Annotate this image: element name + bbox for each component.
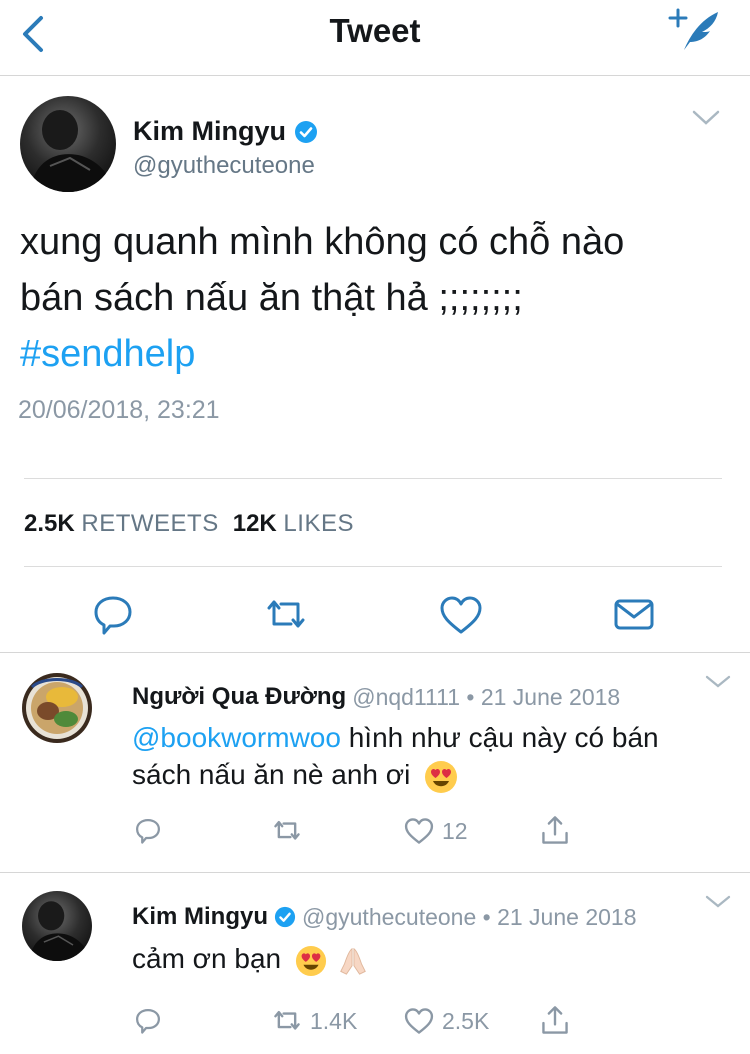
hashtag-link[interactable]: #sendhelp xyxy=(20,326,720,382)
message-icon xyxy=(614,599,654,630)
retweet-icon xyxy=(274,1010,300,1030)
like-button[interactable]: 12 xyxy=(402,813,468,849)
like-count: 2.5K xyxy=(442,1007,490,1034)
avatar-photo xyxy=(20,96,116,192)
like-button[interactable] xyxy=(436,590,486,640)
retweet-button[interactable] xyxy=(261,590,311,640)
reply-button[interactable] xyxy=(132,813,164,849)
engagement-stats: 2.5K RETWEETS 12K LIKES xyxy=(24,510,354,538)
share-button[interactable] xyxy=(538,813,572,849)
reply-tweet[interactable]: Người Qua Đường @nqd1111 • 21 June 2018 … xyxy=(0,652,750,872)
share-button[interactable] xyxy=(538,1003,572,1039)
mention-link[interactable]: @bookwormwoo xyxy=(132,722,341,753)
likes-stat[interactable]: 12K LIKES xyxy=(233,510,354,538)
author-name[interactable]: Kim Mingyu xyxy=(132,903,268,931)
author-name[interactable]: Người Qua Đường xyxy=(132,683,346,711)
avatar[interactable] xyxy=(20,96,116,192)
verified-badge-icon xyxy=(274,906,296,928)
chevron-left-icon xyxy=(23,16,43,52)
share-icon xyxy=(542,816,568,844)
reply-button[interactable] xyxy=(132,1003,164,1039)
reply-text: cảm ơn bạn xyxy=(132,940,712,977)
chevron-down-icon xyxy=(705,675,731,688)
avatar[interactable] xyxy=(22,891,92,961)
chevron-down-icon xyxy=(705,895,731,908)
author-handle[interactable]: @gyuthecuteone xyxy=(133,152,315,180)
likes-label: LIKES xyxy=(283,510,354,537)
tweet-text-line: xung quanh mình không có chỗ nào xyxy=(20,221,625,263)
author-row: Người Qua Đường @nqd1111 • 21 June 2018 xyxy=(132,683,620,711)
reply-actions: 1.4K 2.5K xyxy=(0,1003,750,1043)
author-meta: @gyuthecuteone • 21 June 2018 xyxy=(302,903,637,930)
tweet-timestamp: 20/06/2018, 23:21 xyxy=(18,396,220,424)
share-icon xyxy=(542,1006,568,1034)
tweet-text: xung quanh mình không có chỗ nào bán sác… xyxy=(20,214,720,382)
avatar-photo xyxy=(22,891,92,961)
heart-eyes-emoji xyxy=(295,945,326,976)
tweet-actions xyxy=(0,590,750,650)
main-tweet: Kim Mingyu @gyuthecuteone xung quanh mìn… xyxy=(0,76,750,652)
chevron-down-icon xyxy=(692,110,720,125)
reply-icon xyxy=(136,1009,160,1034)
reply-text-part: sách nấu ăn nè anh ơi xyxy=(132,759,411,790)
retweets-stat[interactable]: 2.5K RETWEETS xyxy=(24,510,219,538)
tweet-options-button[interactable] xyxy=(704,893,732,911)
avatar[interactable] xyxy=(22,673,92,743)
author-row: Kim Mingyu xyxy=(133,116,318,147)
reply-text-part: cảm ơn bạn xyxy=(132,943,282,974)
likes-count: 12K xyxy=(232,510,277,537)
retweets-count: 2.5K xyxy=(24,510,75,537)
like-heart-icon xyxy=(440,596,482,634)
reply-text-part: hình như cậu này có bán xyxy=(340,722,659,753)
reply-actions: 12 xyxy=(0,813,750,853)
author-name[interactable]: Kim Mingyu xyxy=(133,116,286,147)
like-count: 12 xyxy=(442,817,468,844)
heart-eyes-emoji xyxy=(425,760,458,793)
top-bar: Tweet xyxy=(0,0,750,76)
tweet-options-button[interactable] xyxy=(704,673,732,691)
retweet-button[interactable] xyxy=(270,813,310,849)
divider xyxy=(24,566,722,567)
author-meta: @nqd1111 • 21 June 2018 xyxy=(352,683,621,710)
like-button[interactable]: 2.5K xyxy=(402,1003,489,1039)
like-heart-icon xyxy=(404,1008,434,1034)
message-button[interactable] xyxy=(609,590,659,640)
compose-quill-icon xyxy=(668,8,718,50)
page-title: Tweet xyxy=(329,12,421,49)
back-button[interactable] xyxy=(14,12,54,56)
author-row: Kim Mingyu @gyuthecuteone • 21 June 2018 xyxy=(132,903,637,931)
reply-icon xyxy=(136,819,160,844)
folded-hands-emoji xyxy=(339,947,366,975)
tweet-options-button[interactable] xyxy=(690,108,722,128)
verified-badge-icon xyxy=(295,120,317,143)
compose-button[interactable] xyxy=(664,6,722,56)
reply-tweet[interactable]: Kim Mingyu @gyuthecuteone • 21 June 2018… xyxy=(0,872,750,1054)
retweet-button[interactable]: 1.4K xyxy=(270,1003,357,1039)
retweet-icon xyxy=(274,820,300,840)
avatar-photo xyxy=(22,673,92,743)
retweet-icon xyxy=(267,600,305,628)
divider xyxy=(24,478,722,479)
retweets-label: RETWEETS xyxy=(81,510,219,537)
reply-text: @bookwormwoo hình như cậu này có bán sác… xyxy=(132,719,712,794)
reply-icon xyxy=(94,596,132,635)
like-heart-icon xyxy=(404,818,434,844)
retweet-count: 1.4K xyxy=(310,1007,358,1034)
reply-button[interactable] xyxy=(88,590,138,640)
tweet-text-line: bán sách nấu ăn thật hả ;;;;;;;; xyxy=(20,277,523,319)
